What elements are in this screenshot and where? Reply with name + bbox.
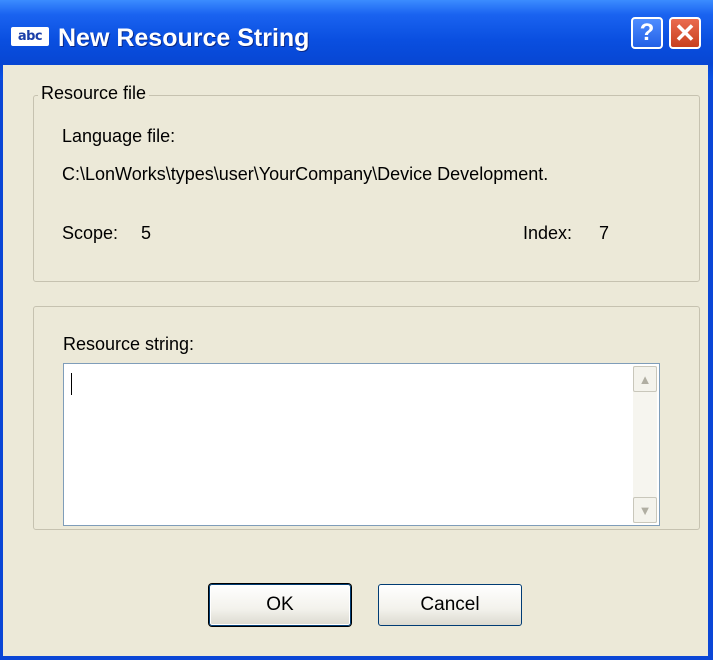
scope-value: 5 [141,223,152,243]
vertical-scrollbar[interactable]: ▲ ▼ [633,366,657,523]
index-label: Index: [523,223,573,243]
cancel-button[interactable]: Cancel [378,584,522,626]
dialog-window: abc New Resource String ? ✕ Resource fil… [0,0,713,660]
dialog-client-area: Resource file Language file: C:\LonWorks… [3,65,708,656]
language-file-label: Language file: [62,126,176,146]
scroll-up-button[interactable]: ▲ [633,366,657,392]
window-title: New Resource String [58,24,310,52]
resource-string-label: Resource string: [63,334,195,354]
scroll-down-button[interactable]: ▼ [633,497,657,523]
text-caret [71,373,72,395]
resource-string-input[interactable]: ▲ ▼ [63,363,660,526]
abc-icon: abc [11,27,49,46]
question-mark-icon: ? [639,19,655,46]
chevron-up-icon: ▲ [638,371,652,387]
ok-button[interactable]: OK [209,584,351,626]
resource-file-group [33,95,700,282]
app-icon-text: abc [17,29,43,44]
help-button[interactable]: ? [631,17,663,49]
close-icon: ✕ [674,17,696,48]
language-file-path: C:\LonWorks\types\user\YourCompany\Devic… [62,164,549,184]
resource-file-legend: Resource file [38,83,150,104]
index-value: 7 [599,223,610,243]
close-button[interactable]: ✕ [669,17,701,49]
chevron-down-icon: ▼ [638,502,652,518]
scope-label: Scope: [62,223,119,243]
